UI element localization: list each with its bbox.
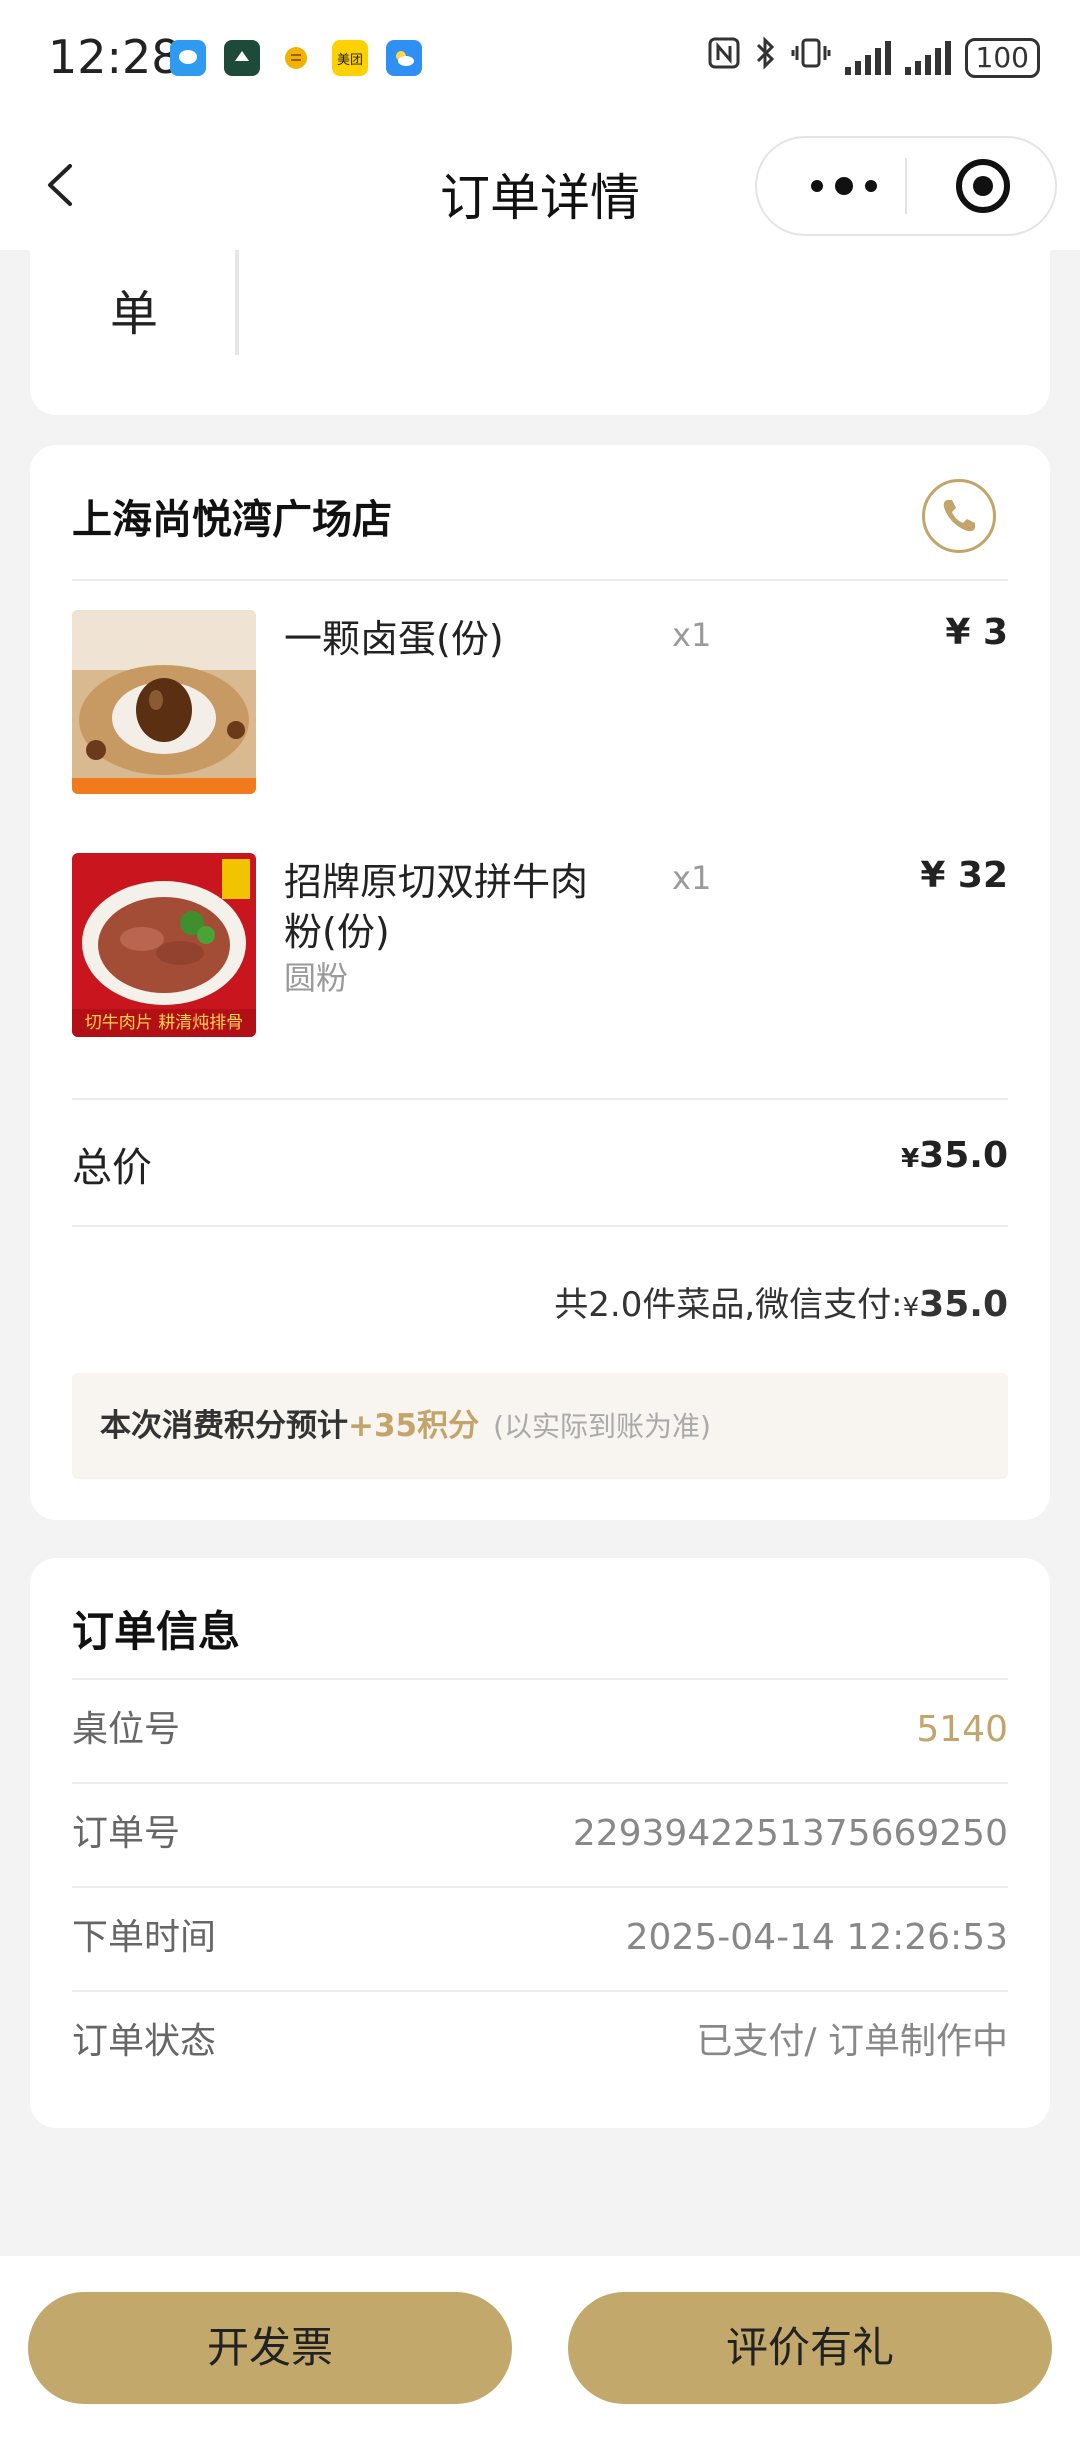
item-image-beef-noodles: 切牛肉片 耕清炖排骨 [72, 853, 256, 1037]
call-store-button[interactable] [922, 479, 996, 553]
divider [72, 579, 1008, 581]
close-miniprogram-button[interactable] [955, 158, 1011, 214]
partial-card: 单 [30, 250, 1050, 415]
signal-icon [844, 40, 891, 75]
order-status: 已支付/ 订单制作中 [696, 2021, 1008, 2062]
item-name: 一颗卤蛋(份) [284, 617, 504, 661]
order-card: 上海尚悦湾广场店 一颗卤蛋(份) x1 ¥ 3 切牛肉片 耕清炖排骨 招牌原切双… [30, 445, 1050, 1520]
currency-symbol: ¥ [902, 1293, 920, 1323]
target-icon [956, 159, 1010, 213]
total-value: ¥35.0 [901, 1135, 1008, 1176]
vibrate-icon [791, 36, 831, 79]
order-time: 2025-04-14 12:26:53 [625, 1917, 1008, 1958]
status-bar: 12:28 美团 100 [0, 0, 1080, 120]
order-item[interactable]: 切牛肉片 耕清炖排骨 招牌原切双拼牛肉粉(份) 圆粉 x1 ¥ 32 [72, 853, 1008, 1043]
system-icons: 100 [707, 36, 1040, 79]
item-spec: 圆粉 [284, 959, 349, 997]
info-label: 订单状态 [72, 2021, 217, 2062]
total-label: 总价 [72, 1145, 152, 1191]
invoice-button[interactable]: 开发票 [28, 2292, 512, 2404]
info-label: 桌位号 [72, 1709, 181, 1750]
capsule-divider [905, 158, 907, 214]
meituan-icon: 美团 [332, 40, 368, 76]
item-quantity: x1 [672, 859, 712, 897]
app-icon [224, 40, 260, 76]
item-price: ¥ 32 [920, 855, 1008, 896]
notification-icons: 美团 [170, 40, 422, 76]
info-label: 订单号 [72, 1813, 181, 1854]
item-name: 招牌原切双拼牛肉粉(份) [284, 860, 589, 954]
review-button[interactable]: 评价有礼 [568, 2292, 1052, 2404]
partial-text: 单 [110, 286, 159, 342]
divider [72, 1225, 1008, 1227]
message-icon [170, 40, 206, 76]
table-number: 5140 [916, 1709, 1008, 1750]
store-name: 上海尚悦湾广场店 [72, 497, 392, 543]
miniprogram-capsule [755, 136, 1057, 236]
info-row-order-number: 订单号 2293942251375669250 [72, 1784, 1008, 1884]
payment-summary: 共2.0件菜品,微信支付:¥35.0 [554, 1277, 1008, 1326]
signal-icon-2 [904, 40, 951, 75]
points-estimate: 本次消费积分预计+35积分 (以实际到账为准) [72, 1373, 1008, 1479]
info-row-order-time: 下单时间 2025-04-14 12:26:53 [72, 1888, 1008, 1988]
nav-bar: 订单详情 [0, 120, 1080, 250]
battery-icon: 100 [964, 37, 1040, 78]
bottom-action-bar: 开发票 评价有礼 [0, 2256, 1080, 2440]
info-row-table: 桌位号 5140 [72, 1680, 1008, 1780]
payment-amount: 35.0 [919, 1284, 1008, 1325]
points-note: (以实际到账为准) [493, 1410, 711, 1443]
order-item[interactable]: 一颗卤蛋(份) x1 ¥ 3 [72, 610, 1008, 800]
item-image-egg [72, 610, 256, 794]
points-prefix: 本次消费积分预计 [100, 1408, 348, 1444]
nfc-icon [707, 36, 741, 79]
bank-icon [278, 40, 314, 76]
weather-icon [386, 40, 422, 76]
bluetooth-icon [755, 36, 777, 79]
info-label: 下单时间 [72, 1917, 217, 1958]
more-dots-icon [811, 177, 877, 195]
order-number: 2293942251375669250 [572, 1813, 1008, 1854]
item-image-caption: 切牛肉片 耕清炖排骨 [84, 1013, 244, 1033]
item-price: ¥ 3 [945, 612, 1008, 653]
item-quantity: x1 [672, 616, 712, 654]
phone-icon [943, 500, 975, 532]
vertical-divider [235, 250, 239, 355]
order-info-card: 订单信息 桌位号 5140 订单号 2293942251375669250 下单… [30, 1558, 1050, 2128]
total-amount: 35.0 [919, 1135, 1008, 1176]
status-time: 12:28 [48, 30, 181, 84]
currency-symbol: ¥ [901, 1144, 920, 1174]
info-row-order-status: 订单状态 已支付/ 订单制作中 [72, 1992, 1008, 2092]
divider [72, 1098, 1008, 1100]
order-info-title: 订单信息 [72, 1607, 241, 1656]
points-value: +35积分 [348, 1408, 480, 1444]
payment-summary-text: 共2.0件菜品,微信支付: [554, 1285, 903, 1325]
more-button[interactable] [799, 168, 899, 204]
